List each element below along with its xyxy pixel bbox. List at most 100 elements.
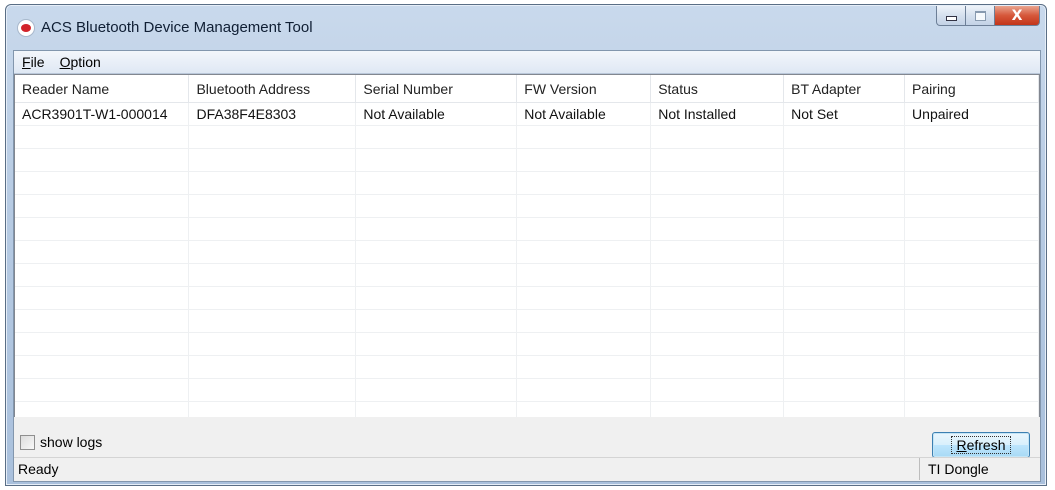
empty-cell (783, 125, 906, 149)
cell-status: Not Installed (650, 102, 785, 126)
empty-cell (516, 194, 652, 218)
empty-cell (15, 240, 190, 264)
empty-cell (355, 309, 518, 333)
empty-cell (355, 263, 518, 287)
empty-cell (15, 171, 190, 195)
empty-cell (783, 309, 906, 333)
close-button[interactable]: X (995, 6, 1040, 26)
empty-cell (355, 401, 518, 417)
empty-cell (516, 125, 652, 149)
col-header-bt-adapter[interactable]: BT Adapter (783, 75, 906, 103)
empty-cell (188, 217, 357, 241)
empty-cell (15, 309, 190, 333)
menu-file-label: ile (30, 54, 45, 70)
empty-cell (516, 148, 652, 172)
empty-row (15, 125, 1039, 149)
empty-cell (650, 401, 785, 417)
empty-cell (355, 355, 518, 379)
empty-cell (188, 171, 357, 195)
empty-row (15, 378, 1039, 402)
empty-cell (188, 286, 357, 310)
minimize-icon (945, 16, 957, 21)
empty-cell (516, 286, 652, 310)
empty-cell (188, 263, 357, 287)
empty-cell (650, 286, 785, 310)
empty-cell (355, 240, 518, 264)
empty-cell (904, 125, 1039, 149)
empty-cell (904, 378, 1039, 402)
empty-cell (516, 263, 652, 287)
table-row[interactable]: ACR3901T-W1-000014 DFA38F4E8303 Not Avai… (15, 102, 1039, 126)
cell-fw-version: Not Available (516, 102, 652, 126)
empty-cell (516, 332, 652, 356)
empty-row (15, 263, 1039, 287)
empty-cell (15, 378, 190, 402)
empty-cell (650, 171, 785, 195)
checkbox-box[interactable] (20, 434, 35, 450)
refresh-button-label: Refresh (951, 436, 1011, 454)
maximize-button[interactable] (966, 6, 995, 26)
col-header-status[interactable]: Status (650, 75, 785, 103)
empty-cell (904, 217, 1039, 241)
app-icon[interactable] (17, 19, 35, 37)
status-bar: Ready TI Dongle (14, 457, 1040, 480)
empty-cell (15, 332, 190, 356)
close-icon: X (1011, 7, 1023, 24)
empty-cell (783, 355, 906, 379)
empty-cell (355, 148, 518, 172)
minimize-button[interactable] (936, 6, 966, 26)
menu-bar: File Option (14, 51, 1040, 74)
empty-cell (188, 125, 357, 149)
empty-cell (188, 240, 357, 264)
cell-reader-name: ACR3901T-W1-000014 (15, 102, 190, 126)
empty-row (15, 286, 1039, 310)
empty-cell (904, 355, 1039, 379)
empty-cell (904, 194, 1039, 218)
empty-cell (188, 309, 357, 333)
empty-row (15, 355, 1039, 379)
empty-cell (355, 217, 518, 241)
empty-cell (904, 286, 1039, 310)
empty-cell (783, 171, 906, 195)
empty-row (15, 240, 1039, 264)
empty-cell (355, 286, 518, 310)
show-logs-label: show logs (40, 434, 103, 450)
col-header-bluetooth-address[interactable]: Bluetooth Address (188, 75, 357, 103)
empty-cell (783, 148, 906, 172)
col-header-reader-name[interactable]: Reader Name (15, 75, 190, 103)
empty-row (15, 171, 1039, 195)
col-header-pairing[interactable]: Pairing (904, 75, 1039, 103)
empty-row (15, 148, 1039, 172)
menu-file[interactable]: File (14, 54, 52, 70)
empty-cell (650, 355, 785, 379)
client-area: File Option Reader Name Bluetooth Addres… (13, 50, 1041, 482)
empty-cell (904, 240, 1039, 264)
empty-cell (15, 194, 190, 218)
caption-buttons: X (936, 6, 1040, 28)
empty-cell (783, 263, 906, 287)
empty-cell (783, 378, 906, 402)
col-header-fw-version[interactable]: FW Version (516, 75, 652, 103)
menu-option[interactable]: Option (52, 54, 108, 70)
empty-cell (15, 217, 190, 241)
empty-cell (188, 148, 357, 172)
empty-cell (355, 378, 518, 402)
status-text: Ready (18, 461, 59, 477)
empty-cell (355, 332, 518, 356)
empty-cell (650, 148, 785, 172)
empty-cell (355, 171, 518, 195)
empty-cell (188, 355, 357, 379)
empty-row (15, 401, 1039, 417)
empty-cell (783, 401, 906, 417)
adapter-status: TI Dongle (919, 458, 1044, 480)
show-logs-checkbox[interactable]: show logs (20, 434, 102, 450)
title-bar[interactable]: ACS Bluetooth Device Management Tool X (6, 5, 1046, 50)
reader-list[interactable]: Reader Name Bluetooth Address Serial Num… (14, 74, 1040, 418)
refresh-button[interactable]: Refresh (932, 432, 1030, 458)
empty-cell (783, 286, 906, 310)
empty-cell (15, 148, 190, 172)
col-header-serial-number[interactable]: Serial Number (355, 75, 518, 103)
empty-cell (355, 194, 518, 218)
empty-cell (188, 378, 357, 402)
empty-cell (15, 263, 190, 287)
